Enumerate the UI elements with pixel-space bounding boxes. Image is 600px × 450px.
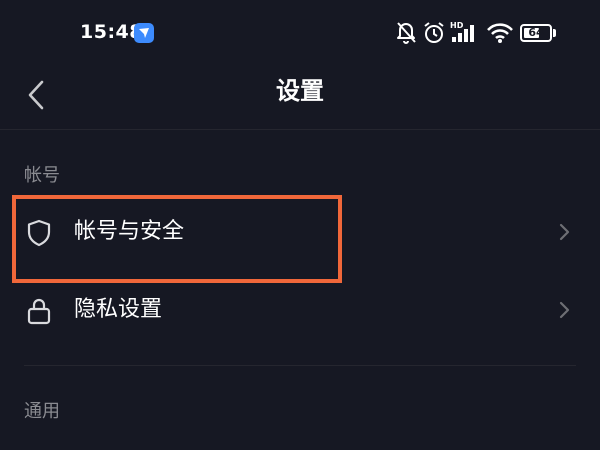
nav-bar: 设置 xyxy=(0,66,600,128)
section-header-general: 通用 xyxy=(24,401,60,422)
page-title: 设置 xyxy=(276,77,324,105)
nav-divider xyxy=(0,129,600,130)
section-divider xyxy=(24,365,576,366)
section-header-account: 帐号 xyxy=(24,165,60,186)
chevron-right-icon xyxy=(558,300,572,320)
status-bar: 15:48 HD 64 xyxy=(0,0,600,66)
network-type-label: HD xyxy=(450,21,464,30)
signal-icon: HD xyxy=(450,19,482,49)
alarm-clock-icon xyxy=(422,19,446,49)
shield-icon xyxy=(26,219,52,247)
back-button[interactable] xyxy=(18,72,58,120)
back-chevron-icon xyxy=(28,80,44,110)
settings-item-label: 隐私设置 xyxy=(74,297,163,322)
battery-icon: 64 xyxy=(520,24,552,42)
wifi-icon xyxy=(485,19,515,49)
settings-item-privacy[interactable]: 隐私设置 xyxy=(0,276,600,354)
settings-item-account-security[interactable]: 帐号与安全 xyxy=(0,198,600,276)
settings-screen: 15:48 HD 64 设置 帐号 帐号与安全 隐私设置 通用 xyxy=(0,0,600,450)
mute-bell-icon xyxy=(394,19,418,49)
battery-level: 64 xyxy=(528,26,544,39)
chevron-right-icon xyxy=(558,222,572,242)
lock-icon xyxy=(26,297,52,325)
battery-cap xyxy=(553,29,556,37)
settings-item-label: 帐号与安全 xyxy=(74,219,185,244)
app-notification-icon xyxy=(134,23,154,43)
